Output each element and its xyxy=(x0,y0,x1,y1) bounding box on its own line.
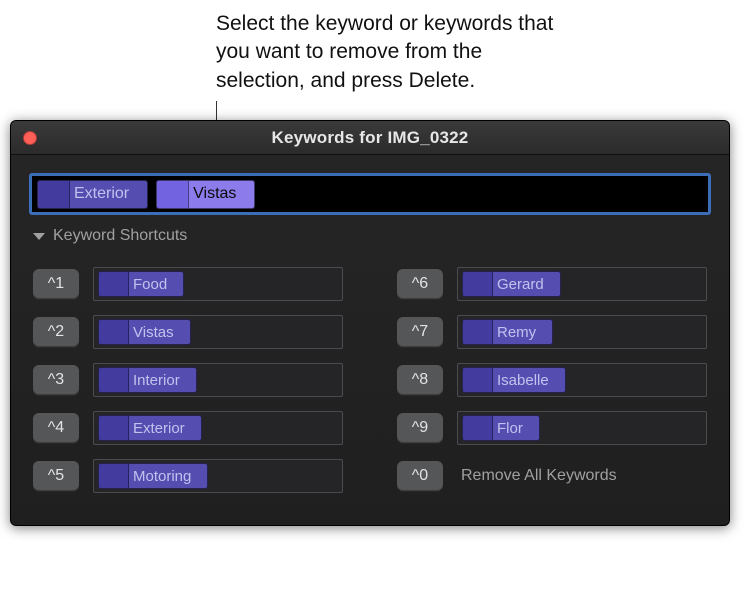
token-label: Isabelle xyxy=(493,368,565,392)
token-handle-icon xyxy=(99,368,129,392)
shortcut-key-7[interactable]: ^7 xyxy=(397,317,443,347)
shortcut-slot-4[interactable]: Exterior xyxy=(93,411,343,445)
shortcut-key-4[interactable]: ^4 xyxy=(33,413,79,443)
keyword-token-vistas[interactable]: Vistas xyxy=(156,180,255,209)
shortcut-row-2: ^2 Vistas xyxy=(33,315,343,349)
window-titlebar: Keywords for IMG_0322 xyxy=(11,121,729,155)
shortcut-row-4: ^4 Exterior xyxy=(33,411,343,445)
shortcut-key-9[interactable]: ^9 xyxy=(397,413,443,443)
keywords-window: Keywords for IMG_0322 Exterior Vistas Ke… xyxy=(10,120,730,526)
shortcut-slot-1[interactable]: Food xyxy=(93,267,343,301)
token-label: Motoring xyxy=(129,464,207,488)
token-handle-icon xyxy=(99,416,129,440)
token-handle-icon xyxy=(99,464,129,488)
shortcut-slot-9[interactable]: Flor xyxy=(457,411,707,445)
shortcut-key-0[interactable]: ^0 xyxy=(397,461,443,491)
shortcut-row-0: ^0 Remove All Keywords xyxy=(397,459,707,493)
keywords-token-field[interactable]: Exterior Vistas xyxy=(29,173,711,215)
keyword-token[interactable]: Motoring xyxy=(98,463,208,489)
shortcut-row-5: ^5 Motoring xyxy=(33,459,343,493)
shortcut-row-9: ^9 Flor xyxy=(397,411,707,445)
help-caption: Select the keyword or keywords that you … xyxy=(216,10,576,95)
token-label: Flor xyxy=(493,416,539,440)
shortcut-slot-8[interactable]: Isabelle xyxy=(457,363,707,397)
shortcut-row-3: ^3 Interior xyxy=(33,363,343,397)
keyword-token[interactable]: Isabelle xyxy=(462,367,566,393)
keyword-token[interactable]: Vistas xyxy=(98,319,191,345)
shortcut-key-5[interactable]: ^5 xyxy=(33,461,79,491)
keyword-token-exterior[interactable]: Exterior xyxy=(37,180,148,209)
shortcut-key-8[interactable]: ^8 xyxy=(397,365,443,395)
shortcut-slot-6[interactable]: Gerard xyxy=(457,267,707,301)
shortcut-row-1: ^1 Food xyxy=(33,267,343,301)
shortcut-key-1[interactable]: ^1 xyxy=(33,269,79,299)
shortcut-key-6[interactable]: ^6 xyxy=(397,269,443,299)
shortcut-row-8: ^8 Isabelle xyxy=(397,363,707,397)
keyword-shortcuts-disclosure[interactable]: Keyword Shortcuts xyxy=(33,227,707,245)
shortcut-row-7: ^7 Remy xyxy=(397,315,707,349)
token-label: Remy xyxy=(493,320,552,344)
token-handle-icon xyxy=(157,181,189,208)
shortcut-key-2[interactable]: ^2 xyxy=(33,317,79,347)
shortcut-row-6: ^6 Gerard xyxy=(397,267,707,301)
token-label: Interior xyxy=(129,368,196,392)
token-handle-icon xyxy=(99,272,129,296)
token-label: Vistas xyxy=(189,181,254,208)
shortcut-slot-5[interactable]: Motoring xyxy=(93,459,343,493)
keyword-token[interactable]: Food xyxy=(98,271,184,297)
token-handle-icon xyxy=(99,320,129,344)
token-handle-icon xyxy=(38,181,70,208)
token-handle-icon xyxy=(463,272,493,296)
shortcut-slot-3[interactable]: Interior xyxy=(93,363,343,397)
keyword-shortcuts-grid: ^1 Food ^6 Gerard ^2 xyxy=(33,267,707,493)
token-label: Exterior xyxy=(129,416,201,440)
disclosure-label: Keyword Shortcuts xyxy=(53,227,187,245)
chevron-down-icon xyxy=(33,233,45,240)
token-label: Gerard xyxy=(493,272,560,296)
keyword-token[interactable]: Gerard xyxy=(462,271,561,297)
window-title: Keywords for IMG_0322 xyxy=(11,128,729,148)
shortcut-slot-2[interactable]: Vistas xyxy=(93,315,343,349)
keyword-token[interactable]: Remy xyxy=(462,319,553,345)
token-label: Exterior xyxy=(70,181,147,208)
token-handle-icon xyxy=(463,320,493,344)
shortcut-key-3[interactable]: ^3 xyxy=(33,365,79,395)
token-label: Vistas xyxy=(129,320,190,344)
token-label: Food xyxy=(129,272,183,296)
shortcut-slot-7[interactable]: Remy xyxy=(457,315,707,349)
token-handle-icon xyxy=(463,416,493,440)
remove-all-keywords-button[interactable]: Remove All Keywords xyxy=(457,467,617,485)
keyword-token[interactable]: Flor xyxy=(462,415,540,441)
keyword-token[interactable]: Interior xyxy=(98,367,197,393)
close-button[interactable] xyxy=(23,131,37,145)
token-handle-icon xyxy=(463,368,493,392)
keyword-token[interactable]: Exterior xyxy=(98,415,202,441)
